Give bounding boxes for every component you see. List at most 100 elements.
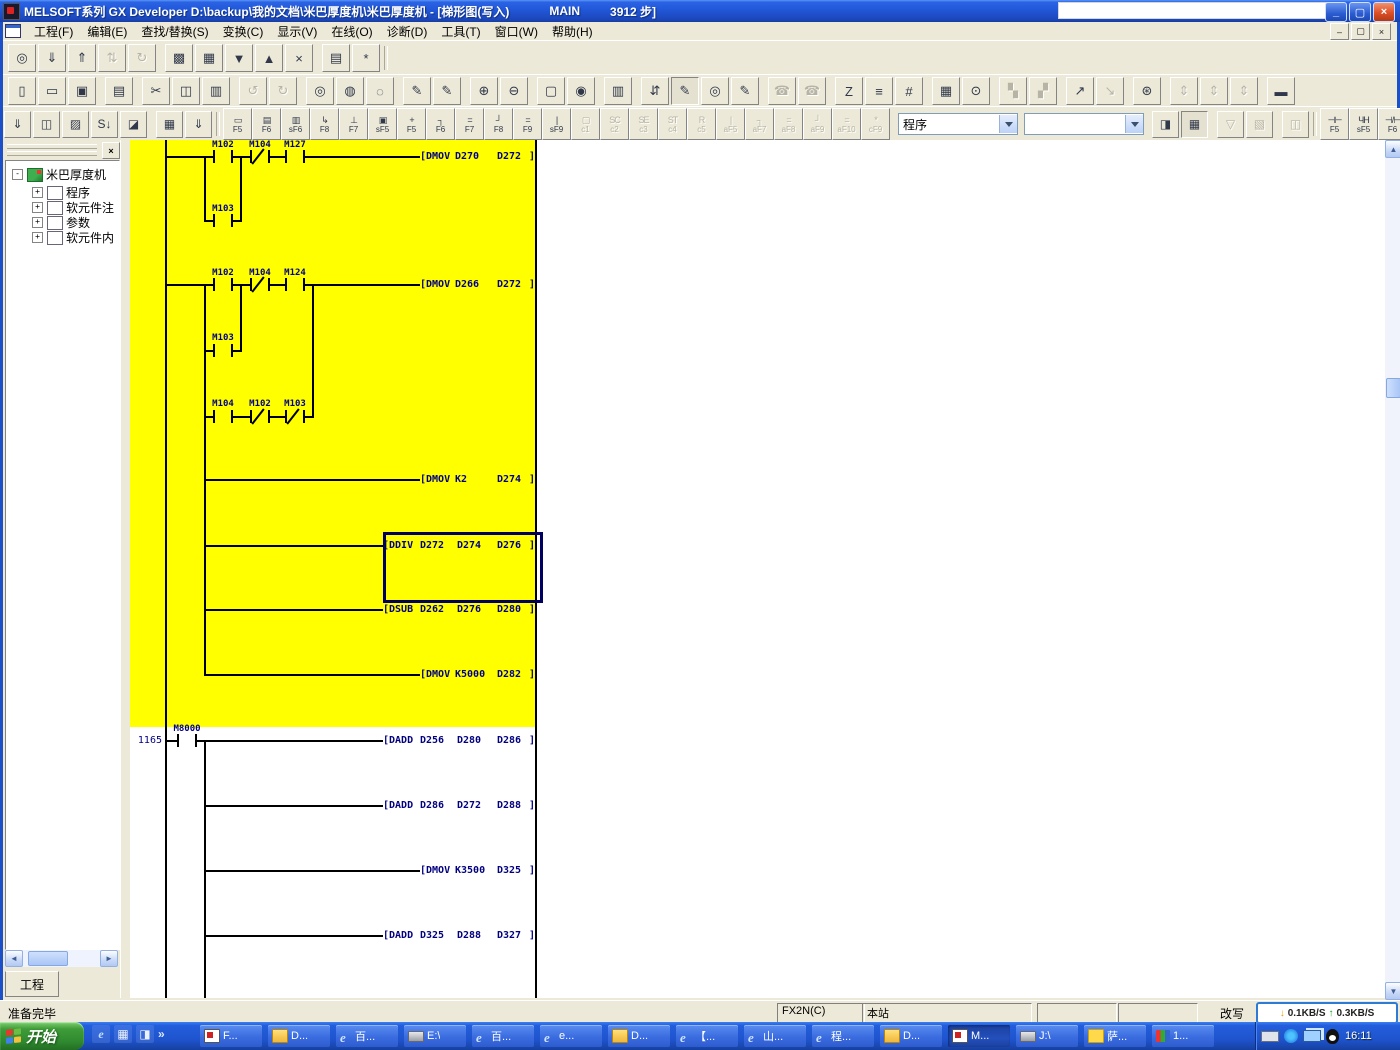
menu-item[interactable]: 在线(O) (324, 21, 379, 42)
chevron-down-icon[interactable] (1125, 115, 1143, 133)
menu-item[interactable]: 编辑(E) (80, 21, 134, 42)
scroll-down-icon[interactable]: ▼ (1385, 982, 1400, 1000)
minimize-button[interactable]: _ (1325, 2, 1347, 22)
standard-toolbar-button[interactable]: ⊛ (1133, 77, 1161, 105)
taskbar-task-button[interactable]: D... (608, 1025, 670, 1047)
instruction-opcode[interactable]: [DMOV (420, 865, 450, 876)
contact-nc[interactable] (285, 410, 305, 423)
taskbar-task-button[interactable]: 百... (336, 1025, 398, 1047)
find-toolbar-button[interactable]: ▤ (322, 44, 350, 72)
standard-toolbar-button[interactable]: ⊖ (500, 77, 528, 105)
fkey-symbol-button[interactable]: ┐ F6 (426, 108, 455, 140)
instruction-operand[interactable]: D272 (457, 800, 481, 811)
panel-close-icon[interactable]: × (102, 142, 120, 159)
show-desktop-icon[interactable]: ▦ (114, 1025, 132, 1043)
instruction-operand[interactable]: D286 (420, 800, 444, 811)
find-toolbar-button[interactable]: ⇅ (98, 44, 126, 72)
standard-toolbar-button[interactable]: ⇕ (1170, 77, 1198, 105)
menu-item[interactable]: 窗口(W) (488, 21, 545, 42)
selection-cursor[interactable] (383, 532, 543, 603)
standard-toolbar-button[interactable]: ▚ (999, 77, 1027, 105)
instruction-operand[interactable]: D266 (455, 279, 479, 290)
standard-toolbar-button[interactable]: ↗ (1066, 77, 1094, 105)
fkey-symbol-button[interactable]: ▣ sF5 (368, 108, 397, 140)
instruction-operand[interactable]: D272 (497, 279, 521, 290)
tab-project[interactable]: 工程 (5, 971, 59, 997)
taskbar-task-button[interactable]: 【... (676, 1025, 738, 1047)
view-toggle-button[interactable]: ▽ (1217, 111, 1244, 138)
close-button[interactable]: × (1373, 2, 1395, 22)
standard-toolbar-button[interactable]: ↘ (1096, 77, 1124, 105)
standard-toolbar-button[interactable]: ≡ (865, 77, 893, 105)
find-toolbar-button[interactable]: × (285, 44, 313, 72)
standard-toolbar-button[interactable]: ↻ (269, 77, 297, 105)
taskbar-task-button[interactable]: e... (540, 1025, 602, 1047)
taskbar-task-button[interactable]: 山... (744, 1025, 806, 1047)
fkey-symbol-button[interactable]: SE c3 (629, 108, 658, 140)
instruction-operand[interactable]: D262 (420, 604, 444, 615)
ladder-editor[interactable]: M102 M104 M127 M103 [DMOV D270 D272 ] M1… (130, 140, 1385, 998)
standard-toolbar-button[interactable]: ☎ (768, 77, 796, 105)
view-toggle-button[interactable]: ▧ (1246, 111, 1273, 138)
input-method-tray-icon[interactable] (1284, 1029, 1298, 1043)
fkey-symbol-button[interactable]: ⊥ F7 (339, 108, 368, 140)
scrollbar-thumb[interactable] (1386, 378, 1400, 398)
qq-tray-icon[interactable] (1326, 1029, 1339, 1044)
taskbar-task-button[interactable]: F... (200, 1025, 262, 1047)
taskbar-task-button[interactable]: D... (880, 1025, 942, 1047)
fkey-symbol-button[interactable]: ST c4 (658, 108, 687, 140)
taskbar-task-button[interactable]: 程... (812, 1025, 874, 1047)
standard-toolbar-button[interactable]: ⇕ (1230, 77, 1258, 105)
instruction-opcode[interactable]: [DADD (383, 800, 413, 811)
scroll-up-icon[interactable]: ▲ (1385, 140, 1400, 158)
instruction-opcode[interactable]: [DMOV (420, 151, 450, 162)
contact-no[interactable] (213, 214, 233, 227)
standard-toolbar-button[interactable]: ✂ (142, 77, 170, 105)
contact-no[interactable] (213, 278, 233, 291)
instruction-opcode[interactable]: [DADD (383, 930, 413, 941)
view-toggle-button[interactable]: ◫ (1282, 111, 1309, 138)
standard-toolbar-button[interactable]: ◌ (366, 77, 394, 105)
instruction-operand[interactable]: K3500 (455, 865, 485, 876)
mdi-minimize-button[interactable]: – (1330, 23, 1349, 40)
contact-no[interactable] (213, 150, 233, 163)
menu-item[interactable]: 工具(T) (434, 21, 487, 42)
fkey-symbol-button[interactable]: + F5 (397, 108, 426, 140)
restore-button[interactable]: ▢ (1349, 2, 1371, 22)
find-toolbar-button[interactable]: ◎ (8, 44, 36, 72)
standard-toolbar-button[interactable]: ▬ (1267, 77, 1295, 105)
fkey-symbol-button[interactable]: ▤ F6 (252, 108, 281, 140)
menu-item[interactable]: 工程(F) (27, 21, 80, 42)
standard-toolbar-button[interactable]: ◍ (336, 77, 364, 105)
network-tray-icon[interactable] (1303, 1030, 1321, 1042)
fkey-symbol-button[interactable]: = F7 (455, 108, 484, 140)
instruction-opcode[interactable]: [DSUB (383, 604, 413, 615)
fkey-symbol-button[interactable]: R c5 (687, 108, 716, 140)
standard-toolbar-button[interactable]: ↺ (239, 77, 267, 105)
program-select[interactable]: 程序 (898, 113, 1018, 135)
view-toggle-button[interactable]: ◨ (1152, 111, 1179, 138)
instruction-opcode[interactable]: [DMOV (420, 474, 450, 485)
chevron-down-icon[interactable] (999, 115, 1017, 133)
fkey-symbol-button[interactable]: ↳ F8 (310, 108, 339, 140)
find-toolbar-button[interactable]: ⇓ (38, 44, 66, 72)
standard-toolbar-button[interactable]: ▥ (604, 77, 632, 105)
find-toolbar-button[interactable]: ▦ (195, 44, 223, 72)
standard-toolbar-button[interactable]: ⊙ (962, 77, 990, 105)
taskbar-task-button[interactable]: 百... (472, 1025, 534, 1047)
menu-item[interactable]: 诊断(D) (380, 21, 435, 42)
keyboard-tray-icon[interactable] (1261, 1031, 1279, 1042)
taskbar-task-button[interactable]: 1... (1152, 1025, 1214, 1047)
expand-icon[interactable]: + (32, 232, 43, 243)
ladder-tool-button[interactable]: ⇓ (4, 111, 31, 138)
tree-root-item[interactable]: - 米巴厚度机 (12, 167, 106, 182)
menu-item[interactable]: 查找/替换(S) (134, 21, 215, 42)
instruction-operand[interactable]: D327 (497, 930, 521, 941)
standard-toolbar-button[interactable]: ▥ (202, 77, 230, 105)
standard-toolbar-button[interactable]: ✎ (671, 77, 699, 105)
standard-toolbar-button[interactable]: ◫ (172, 77, 200, 105)
standard-toolbar-button[interactable]: ✎ (433, 77, 461, 105)
fkey-symbol-button[interactable]: = F9 (513, 108, 542, 140)
instruction-operand[interactable]: D276 (457, 604, 481, 615)
contact-no[interactable] (285, 278, 305, 291)
